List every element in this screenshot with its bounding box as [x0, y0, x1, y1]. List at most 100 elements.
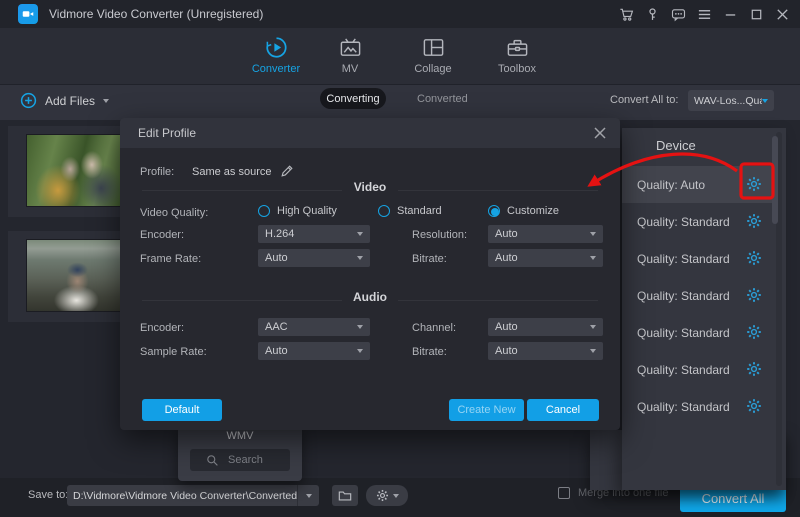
gear-icon: [376, 489, 389, 502]
converting-tab[interactable]: Converting: [320, 88, 386, 109]
chevron-down-icon: [590, 349, 596, 353]
profile-value: Same as source: [192, 166, 271, 178]
chevron-down-icon[interactable]: [103, 99, 109, 103]
edit-pencil-icon[interactable]: [280, 164, 294, 178]
chevron-down-icon: [357, 232, 363, 236]
save-to-label: Save to:: [28, 489, 68, 501]
tab-collage[interactable]: Collage: [393, 34, 473, 84]
encoder-label: Encoder:: [140, 229, 184, 241]
resolution-label: Resolution:: [412, 229, 467, 241]
video-thumbnail-1[interactable]: [26, 134, 131, 207]
cart-icon[interactable]: [619, 7, 634, 22]
titlebar: Vidmore Video Converter (Unregistered): [0, 0, 800, 28]
audio-bitrate-select[interactable]: Auto: [488, 342, 603, 360]
audio-encoder-label: Encoder:: [140, 322, 184, 334]
video-bitrate-select[interactable]: Auto: [488, 249, 603, 267]
dialog-close-icon[interactable]: [592, 125, 608, 141]
frame-rate-select[interactable]: Auto: [258, 249, 370, 267]
merge-checkbox[interactable]: [558, 487, 570, 499]
radio-standard[interactable]: Standard: [378, 205, 442, 217]
device-profile-row[interactable]: Quality: Standard: [622, 351, 775, 388]
minimize-icon[interactable]: [723, 7, 738, 22]
profile-settings-gear-icon[interactable]: [746, 361, 762, 377]
dialog-header: Edit Profile: [120, 118, 620, 148]
device-profile-row[interactable]: Quality: Standard: [622, 388, 775, 425]
window-title: Vidmore Video Converter (Unregistered): [49, 7, 263, 21]
scrollbar-thumb[interactable]: [772, 136, 778, 224]
profile-settings-gear-icon[interactable]: [746, 398, 762, 414]
format-panel: WMV: [178, 424, 302, 481]
profile-settings-gear-icon[interactable]: [746, 250, 762, 266]
tab-toolbox[interactable]: Toolbox: [477, 34, 557, 84]
audio-bitrate-label: Bitrate:: [412, 346, 447, 358]
cancel-button[interactable]: Cancel: [527, 399, 599, 421]
save-to-path: D:\Vidmore\Vidmore Video Converter\Conve…: [67, 490, 297, 502]
frame-rate-label: Frame Rate:: [140, 253, 201, 265]
profile-settings-gear-icon[interactable]: [746, 176, 762, 192]
video-encoder-select[interactable]: H.264: [258, 225, 370, 243]
radio-high-quality[interactable]: High Quality: [258, 205, 337, 217]
device-panel-header: Device: [656, 138, 696, 153]
converter-icon: [236, 34, 316, 60]
audio-encoder-select[interactable]: AAC: [258, 318, 370, 336]
device-profile-row[interactable]: Quality: Auto: [622, 166, 775, 203]
tab-mv[interactable]: MV: [310, 34, 390, 84]
format-search-box[interactable]: [190, 449, 290, 471]
chevron-down-icon: [590, 256, 596, 260]
device-profile-row[interactable]: Quality: Standard: [622, 277, 775, 314]
chevron-down-icon: [762, 99, 768, 103]
app-logo: [18, 4, 38, 24]
scrollbar-track[interactable]: [776, 132, 782, 486]
profile-label: Profile:: [140, 166, 174, 178]
add-files-button[interactable]: Add Files: [20, 92, 109, 109]
app-window: Vidmore Video Converter (Unregistered) C…: [0, 0, 800, 517]
search-icon: [206, 454, 219, 467]
tab-converter[interactable]: Converter: [236, 34, 316, 84]
audio-section-heading: Audio: [120, 290, 620, 304]
device-profile-row[interactable]: Quality: Standard: [622, 314, 775, 351]
chevron-down-icon: [357, 325, 363, 329]
save-to-dropdown[interactable]: [297, 485, 319, 506]
chevron-down-icon: [393, 494, 399, 498]
dialog-title: Edit Profile: [138, 126, 196, 140]
sample-rate-select[interactable]: Auto: [258, 342, 370, 360]
search-input[interactable]: [226, 453, 274, 467]
edit-profile-dialog: Edit Profile Profile: Same as source Vid…: [120, 118, 620, 430]
mv-icon: [310, 34, 390, 60]
menu-icon[interactable]: [697, 7, 712, 22]
default-button[interactable]: Default: [142, 399, 222, 421]
channel-select[interactable]: Auto: [488, 318, 603, 336]
folder-icon: [338, 489, 352, 503]
chevron-down-icon: [357, 349, 363, 353]
register-key-icon[interactable]: [645, 7, 660, 22]
video-quality-label: Video Quality:: [140, 207, 208, 219]
save-to-field[interactable]: D:\Vidmore\Vidmore Video Converter\Conve…: [67, 485, 319, 506]
open-folder-button[interactable]: [332, 485, 358, 506]
convert-all-to-select[interactable]: WAV-Los...Quality: [688, 90, 774, 111]
radio-customize[interactable]: Customize: [488, 205, 559, 217]
profile-settings-gear-icon[interactable]: [746, 213, 762, 229]
collage-icon: [393, 34, 473, 60]
format-name: WMV: [178, 430, 302, 442]
video-section-heading: Video: [120, 180, 620, 194]
convert-all-to-label: Convert All to:: [610, 94, 678, 106]
device-profile-row[interactable]: Quality: Standard: [622, 240, 775, 277]
plus-circle-icon: [20, 92, 37, 109]
profile-settings-gear-icon[interactable]: [746, 287, 762, 303]
settings-button[interactable]: [366, 485, 408, 506]
video-thumbnail-2[interactable]: [26, 239, 131, 312]
close-icon[interactable]: [775, 7, 790, 22]
feedback-icon[interactable]: [671, 7, 686, 22]
toolbox-icon: [477, 34, 557, 60]
chevron-down-icon: [590, 232, 596, 236]
radio-circle: [258, 205, 270, 217]
toolbar: Add Files Converting Converted Convert A…: [0, 85, 800, 120]
create-new-button[interactable]: Create New: [449, 399, 524, 421]
main-nav: Converter MV Collage Toolbox: [0, 28, 800, 85]
profile-settings-gear-icon[interactable]: [746, 324, 762, 340]
converted-tab[interactable]: Converted: [417, 93, 468, 105]
resolution-select[interactable]: Auto: [488, 225, 603, 243]
chevron-down-icon: [357, 256, 363, 260]
maximize-icon[interactable]: [749, 7, 764, 22]
device-profile-row[interactable]: Quality: Standard: [622, 203, 775, 240]
